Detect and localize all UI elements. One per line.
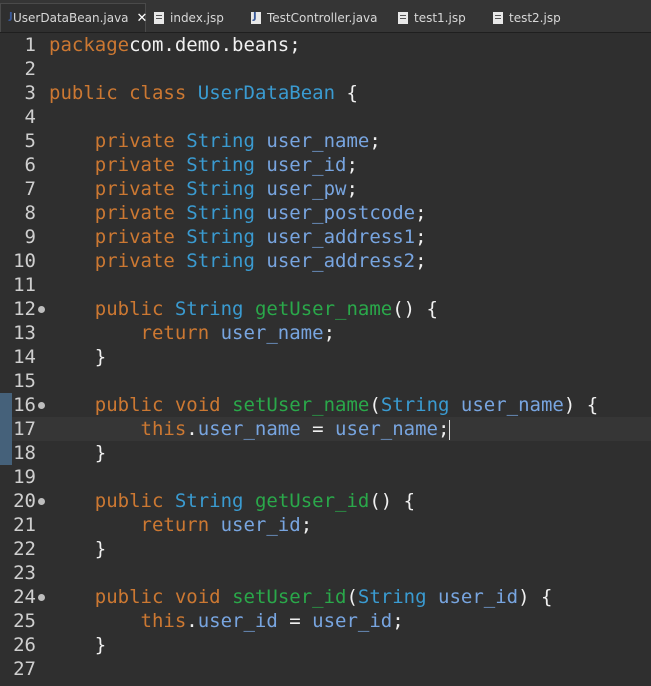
code-text: private String user_postcode; <box>94 202 427 224</box>
code-text: return user_id; <box>140 514 313 536</box>
line-number: 19 <box>13 466 36 488</box>
jsp-file-icon <box>154 11 164 24</box>
fold-toggle-icon[interactable] <box>38 402 45 409</box>
line-number: 6 <box>24 154 36 176</box>
line-number: 16 <box>13 394 36 416</box>
code-line[interactable]: 25 this.user_id = user_id; <box>0 609 651 633</box>
code-line[interactable]: 26 } <box>0 633 651 657</box>
code-line[interactable]: 6 private String user_id; <box>0 153 651 177</box>
code-line[interactable]: 22 } <box>0 537 651 561</box>
code-line[interactable]: 18 } <box>0 441 651 465</box>
code-text: private String user_name; <box>94 130 381 152</box>
code-line[interactable]: 9 private String user_address1; <box>0 225 651 249</box>
tab-test1-jsp[interactable]: test1.jsp <box>398 3 466 32</box>
line-number: 20 <box>13 490 36 512</box>
code-text: public void setUser_name(String user_nam… <box>94 394 599 416</box>
code-text: public class UserDataBean { <box>49 82 358 104</box>
line-number: 5 <box>24 130 36 152</box>
code-line[interactable]: 4 <box>0 105 651 129</box>
line-number: 3 <box>24 82 36 104</box>
jsp-file-icon <box>493 11 503 24</box>
code-text: } <box>49 538 107 560</box>
line-number: 1 <box>24 34 36 56</box>
tab-userdatabean-java[interactable]: UserDataBean.java ✕ <box>0 3 148 32</box>
code-text: private String user_id; <box>94 154 358 176</box>
line-number: 17 <box>13 418 36 440</box>
line-number: 13 <box>13 322 36 344</box>
code-line[interactable]: 14 } <box>0 345 651 369</box>
java-file-icon <box>251 11 261 24</box>
code-text: public void setUser_id(String user_id) { <box>94 586 553 608</box>
code-line[interactable]: 1 packagecom.demo.beans; <box>0 33 651 57</box>
line-number: 2 <box>24 58 36 80</box>
code-text: public String getUser_name() { <box>94 298 438 320</box>
code-line[interactable]: 23 <box>0 561 651 585</box>
line-number: 26 <box>13 634 36 656</box>
fold-toggle-icon[interactable] <box>38 498 45 505</box>
code-text: private String user_address2; <box>94 250 427 272</box>
line-number: 11 <box>13 274 36 296</box>
code-text: this.user_id = user_id; <box>140 610 404 632</box>
line-number: 27 <box>13 658 36 680</box>
tab-test2-jsp[interactable]: test2.jsp <box>493 3 561 32</box>
line-number: 22 <box>13 538 36 560</box>
code-line[interactable]: 11 <box>0 273 651 297</box>
jsp-file-icon <box>398 11 408 24</box>
code-line[interactable]: 20 public String getUser_id() { <box>0 489 651 513</box>
editor-tab-bar: UserDataBean.java ✕ index.jsp TestContro… <box>0 0 651 33</box>
code-text: packagecom.demo.beans; <box>49 34 301 56</box>
line-number: 14 <box>13 346 36 368</box>
code-line[interactable]: 13 return user_name; <box>0 321 651 345</box>
line-number: 18 <box>13 442 36 464</box>
code-line[interactable]: 16 public void setUser_name(String user_… <box>0 393 651 417</box>
code-line[interactable]: 12 public String getUser_name() { <box>0 297 651 321</box>
line-number: 15 <box>13 370 36 392</box>
code-line[interactable]: 27 <box>0 657 651 681</box>
close-icon[interactable]: ✕ <box>137 11 148 26</box>
tab-label: UserDataBean.java <box>13 11 129 25</box>
line-number: 10 <box>13 250 36 272</box>
fold-toggle-icon[interactable] <box>38 306 45 313</box>
line-number: 21 <box>13 514 36 536</box>
line-number: 25 <box>13 610 36 632</box>
code-line[interactable]: 17 this.user_name = user_name; <box>0 417 651 441</box>
line-number: 4 <box>24 106 36 128</box>
code-line[interactable]: 24 public void setUser_id(String user_id… <box>0 585 651 609</box>
code-line[interactable]: 7 private String user_pw; <box>0 177 651 201</box>
code-line[interactable]: 21 return user_id; <box>0 513 651 537</box>
tab-label: index.jsp <box>170 10 224 25</box>
code-line[interactable]: 5 private String user_name; <box>0 129 651 153</box>
code-text: public String getUser_id() { <box>94 490 416 512</box>
code-text: } <box>49 346 107 368</box>
tab-index-jsp[interactable]: index.jsp <box>154 3 224 32</box>
code-line[interactable]: 10 private String user_address2; <box>0 249 651 273</box>
code-line[interactable]: 2 <box>0 57 651 81</box>
text-caret <box>449 419 451 440</box>
code-text: return user_name; <box>140 322 336 344</box>
code-text: this.user_name = user_name; <box>140 418 451 440</box>
code-text: } <box>49 442 107 464</box>
line-number: 7 <box>24 178 36 200</box>
line-number: 12 <box>13 298 36 320</box>
code-text: private String user_address1; <box>94 226 427 248</box>
code-editor[interactable]: 1 packagecom.demo.beans; 2 3 public class Us… <box>0 33 651 686</box>
tab-testcontroller-java[interactable]: TestController.java <box>251 3 378 32</box>
fold-toggle-icon[interactable] <box>38 594 45 601</box>
line-number: 8 <box>24 202 36 224</box>
code-line[interactable]: 8 private String user_postcode; <box>0 201 651 225</box>
code-line[interactable]: 3 public class UserDataBean { <box>0 81 651 105</box>
tab-label: test1.jsp <box>414 10 466 25</box>
code-line[interactable]: 15 <box>0 369 651 393</box>
tab-label: TestController.java <box>267 10 378 25</box>
line-number: 23 <box>13 562 36 584</box>
line-number: 24 <box>13 586 36 608</box>
code-text: } <box>49 634 107 656</box>
tab-label: test2.jsp <box>509 10 561 25</box>
line-number: 9 <box>24 226 36 248</box>
code-text: private String user_pw; <box>94 178 358 200</box>
code-line[interactable]: 19 <box>0 465 651 489</box>
